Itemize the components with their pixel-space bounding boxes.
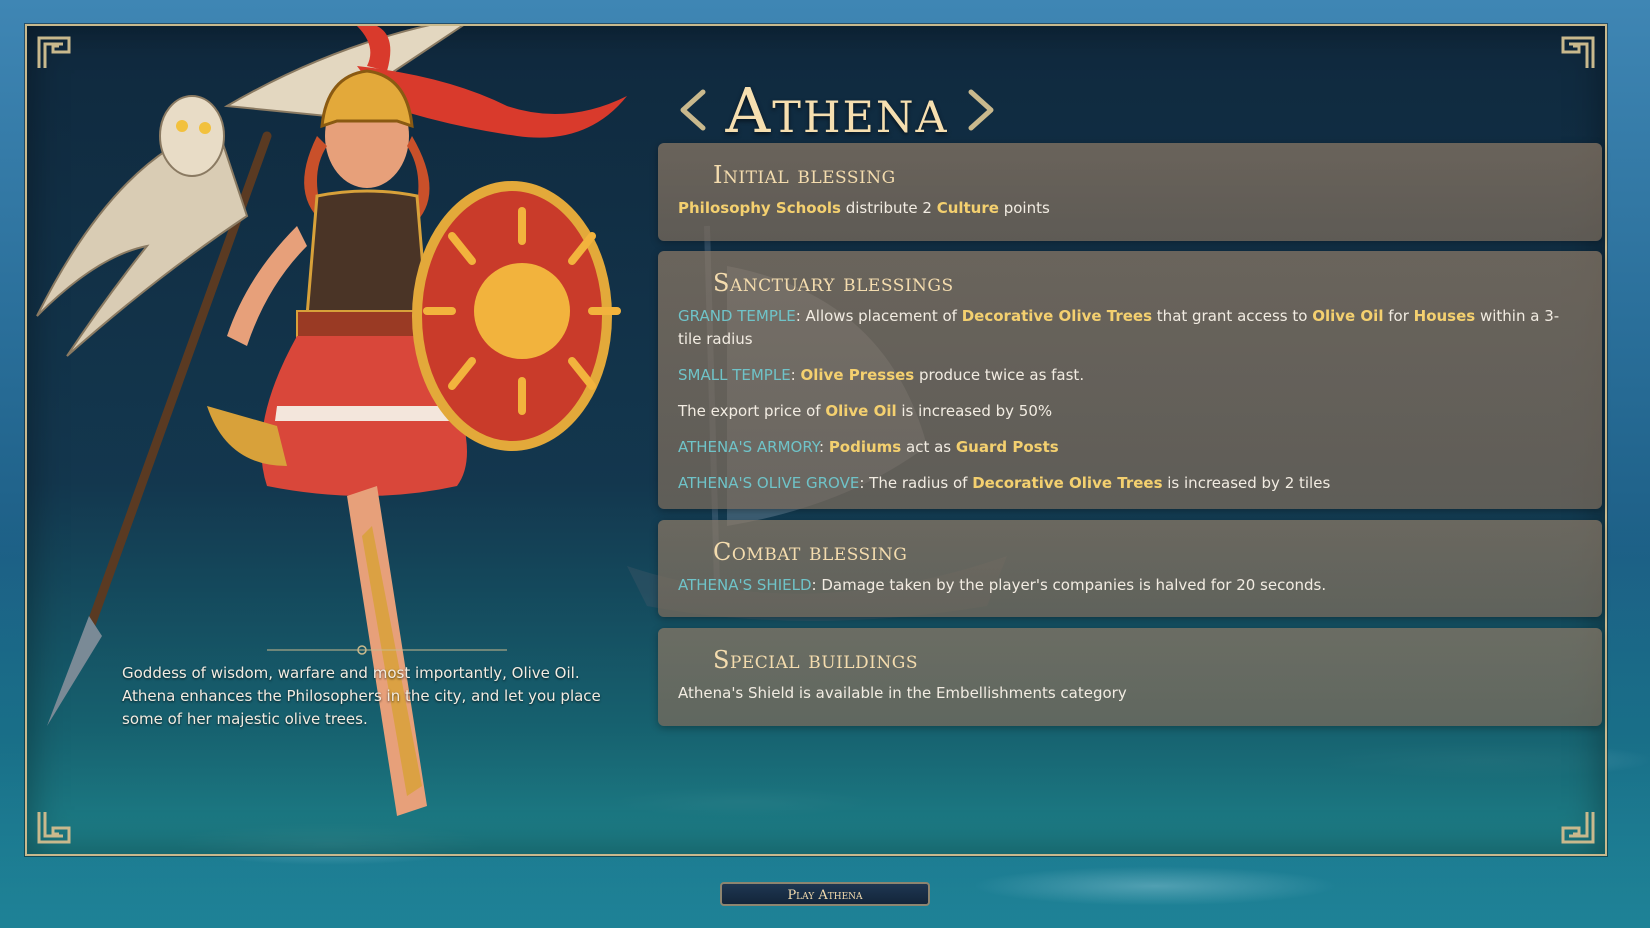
building-name: Podiums (828, 438, 902, 456)
building-name: Decorative Olive Trees (972, 474, 1163, 492)
right-arrow-ornament-icon (968, 89, 994, 131)
page-title: Athena (725, 73, 949, 147)
god-title: Athena (667, 70, 1007, 150)
text: is increased by 50% (896, 402, 1053, 420)
resource-name: Culture (936, 199, 999, 217)
resource-name: Olive Oil (1312, 307, 1384, 325)
play-athena-button[interactable]: Play Athena (720, 882, 930, 906)
temple-label: ATHENA'S ARMORY (678, 438, 819, 456)
sanctuary-blessings-heading: Sanctuary blessings (713, 269, 954, 297)
combat-blessing-heading: Combat blessing (713, 538, 908, 566)
shield-blessing: ATHENA'S SHIELD: Damage taken by the pla… (678, 574, 1582, 597)
text: : Damage taken by the player's companies… (811, 576, 1327, 594)
text: The export price of (678, 402, 826, 420)
divider-ornament-icon (267, 645, 507, 655)
text: is increased by 2 tiles (1162, 474, 1331, 492)
special-buildings-text: Athena's Shield is available in the Embe… (678, 684, 1127, 702)
text: for (1383, 307, 1414, 325)
combat-blessing-panel: Combat blessing ATHENA'S SHIELD: Damage … (658, 520, 1602, 617)
grand-temple-blessing: GRAND TEMPLE: Allows placement of Decora… (678, 305, 1582, 351)
text: : (818, 438, 829, 456)
small-temple-blessing: SMALL TEMPLE: Olive Presses produce twic… (678, 364, 1582, 387)
resource-name: Olive Oil (825, 402, 897, 420)
special-buildings-heading: Special buildings (713, 646, 918, 674)
temple-label: ATHENA'S OLIVE GROVE (678, 474, 860, 492)
meander-corner-icon (1561, 810, 1595, 844)
building-name: Olive Presses (800, 366, 915, 384)
text: : Allows placement of (795, 307, 962, 325)
building-name: Decorative Olive Trees (961, 307, 1153, 325)
building-name: Philosophy Schools (678, 199, 841, 217)
text: produce twice as fast. (914, 366, 1085, 384)
special-buildings-panel: Special buildings Athena's Shield is ava… (658, 628, 1602, 726)
text: : The radius of (859, 474, 973, 492)
building-name: Houses (1413, 307, 1476, 325)
text: that grant access to (1152, 307, 1313, 325)
text: act as (901, 438, 956, 456)
initial-blessing-heading: Initial blessing (713, 161, 896, 189)
text: points (998, 199, 1050, 217)
text: distribute 2 (840, 199, 937, 217)
building-name: Guard Posts (955, 438, 1059, 456)
initial-blessing-text: Philosophy Schools distribute 2 Culture … (678, 197, 1582, 220)
god-description: Goddess of wisdom, warfare and most impo… (122, 664, 601, 728)
meander-corner-icon (1561, 36, 1595, 70)
olive-grove-blessing: ATHENA'S OLIVE GROVE: The radius of Deco… (678, 472, 1582, 495)
left-arrow-ornament-icon (680, 89, 706, 131)
temple-label: GRAND TEMPLE (678, 307, 796, 325)
ability-label: ATHENA'S SHIELD (678, 576, 812, 594)
armory-blessing: ATHENA'S ARMORY: Podiums act as Guard Po… (678, 436, 1582, 459)
initial-blessing-panel: Initial blessing Philosophy Schools dist… (658, 143, 1602, 241)
sanctuary-blessings-panel: Sanctuary blessings GRAND TEMPLE: Allows… (658, 251, 1602, 509)
export-price-blessing: The export price of Olive Oil is increas… (678, 400, 1582, 423)
temple-label: SMALL TEMPLE (678, 366, 791, 384)
text: : (790, 366, 801, 384)
